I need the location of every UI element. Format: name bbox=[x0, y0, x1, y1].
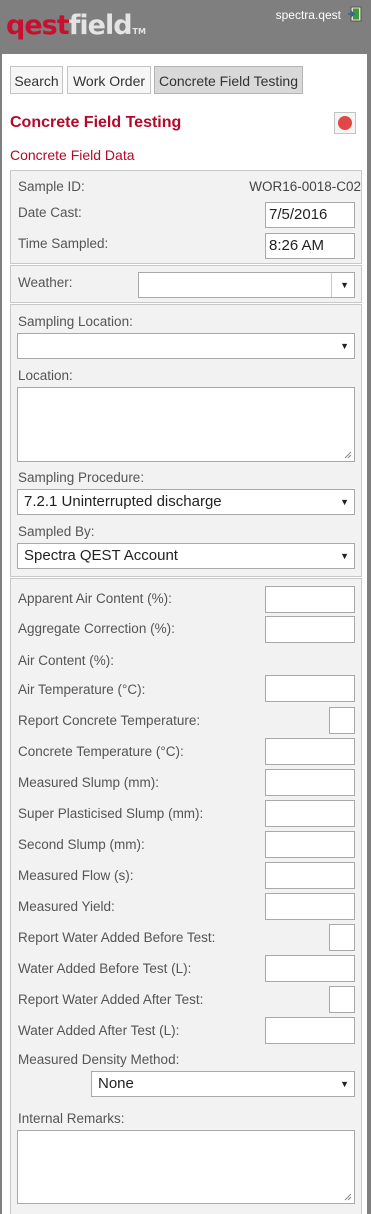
water-before-input[interactable] bbox=[265, 955, 355, 982]
sampling-procedure-select[interactable]: 7.2.1 Uninterrupted discharge ▼ bbox=[17, 489, 355, 515]
measured-slump-label: Measured Slump (mm): bbox=[18, 775, 160, 790]
sampling-location-select[interactable]: ▼ bbox=[17, 333, 355, 359]
content-panel: Search Work Order Concrete Field Testing… bbox=[2, 54, 367, 1214]
page-title: Concrete Field Testing bbox=[10, 114, 182, 131]
measured-flow-input[interactable] bbox=[265, 862, 355, 889]
sample-id-label: Sample ID: bbox=[18, 179, 85, 194]
measured-slump-input[interactable] bbox=[265, 769, 355, 796]
measured-flow-label: Measured Flow (s): bbox=[18, 868, 134, 883]
chevron-down-icon: ▼ bbox=[340, 497, 349, 507]
report-water-before-label: Report Water Added Before Test: bbox=[18, 930, 216, 945]
weather-label: Weather: bbox=[18, 275, 73, 290]
density-method-select[interactable]: None ▼ bbox=[91, 1071, 355, 1097]
concrete-temperature-label: Concrete Temperature (°C): bbox=[18, 744, 184, 759]
second-slump-label: Second Slump (mm): bbox=[18, 837, 145, 852]
internal-remarks-label: Internal Remarks: bbox=[18, 1111, 125, 1126]
location-textarea[interactable] bbox=[17, 387, 355, 462]
measured-yield-input[interactable] bbox=[265, 893, 355, 920]
time-sampled-label: Time Sampled: bbox=[18, 236, 109, 251]
chevron-down-icon: ▼ bbox=[340, 1079, 349, 1089]
sampling-procedure-value: 7.2.1 Uninterrupted discharge bbox=[24, 493, 222, 510]
tab-work-order[interactable]: Work Order bbox=[67, 66, 151, 94]
internal-remarks-textarea[interactable] bbox=[17, 1130, 355, 1204]
concrete-temperature-input[interactable] bbox=[265, 738, 355, 765]
sampled-by-select[interactable]: Spectra QEST Account ▼ bbox=[17, 543, 355, 569]
air-temperature-input[interactable] bbox=[265, 675, 355, 702]
report-water-after-label: Report Water Added After Test: bbox=[18, 992, 204, 1007]
tab-search[interactable]: Search bbox=[10, 66, 63, 94]
logout-door-icon[interactable] bbox=[347, 6, 363, 22]
tab-concrete-field-testing[interactable]: Concrete Field Testing bbox=[154, 66, 303, 94]
aggregate-correction-input[interactable] bbox=[265, 616, 355, 643]
water-after-input[interactable] bbox=[265, 1017, 355, 1044]
sample-fieldset: Sample ID: WOR16-0018-C02 Date Cast: 7/5… bbox=[10, 170, 362, 264]
date-cast-label: Date Cast: bbox=[18, 205, 82, 220]
resize-grip-icon[interactable] bbox=[344, 451, 352, 459]
aggregate-correction-label: Aggregate Correction (%): bbox=[18, 621, 175, 636]
sampling-fieldset: Sampling Location: ▼ Location: Sampling … bbox=[10, 304, 362, 577]
tests-fieldset: Apparent Air Content (%): Aggregate Corr… bbox=[10, 578, 362, 1214]
report-water-after-checkbox[interactable] bbox=[329, 986, 355, 1013]
weather-select[interactable]: ▼ bbox=[138, 272, 355, 298]
time-sampled-input[interactable]: 8:26 AM bbox=[265, 233, 355, 259]
app-logo: qestfieldTM bbox=[6, 10, 146, 41]
remove-circle-icon bbox=[338, 116, 352, 130]
location-label: Location: bbox=[18, 368, 73, 383]
select-divider bbox=[331, 273, 332, 297]
sampled-by-label: Sampled By: bbox=[18, 524, 95, 539]
density-method-label: Measured Density Method: bbox=[18, 1052, 180, 1067]
report-water-before-checkbox[interactable] bbox=[329, 924, 355, 951]
super-plasticised-slump-label: Super Plasticised Slump (mm): bbox=[18, 806, 204, 821]
air-content-label: Air Content (%): bbox=[18, 653, 115, 668]
apparent-air-content-input[interactable] bbox=[265, 586, 355, 613]
report-concrete-temperature-label: Report Concrete Temperature: bbox=[18, 713, 201, 728]
app-header: qestfieldTM spectra.qest bbox=[0, 0, 371, 54]
sampled-by-value: Spectra QEST Account bbox=[24, 547, 178, 564]
resize-grip-icon[interactable] bbox=[344, 1193, 352, 1201]
section-title: Concrete Field Data bbox=[10, 147, 135, 163]
air-temperature-label: Air Temperature (°C): bbox=[18, 682, 146, 697]
measured-yield-label: Measured Yield: bbox=[18, 899, 115, 914]
remove-button[interactable] bbox=[334, 112, 356, 134]
sampling-location-label: Sampling Location: bbox=[18, 314, 133, 329]
chevron-down-icon: ▼ bbox=[340, 341, 349, 351]
second-slump-input[interactable] bbox=[265, 831, 355, 858]
super-plasticised-slump-input[interactable] bbox=[265, 800, 355, 827]
report-concrete-temperature-checkbox[interactable] bbox=[329, 707, 355, 734]
apparent-air-content-label: Apparent Air Content (%): bbox=[18, 591, 172, 606]
chevron-down-icon: ▼ bbox=[340, 280, 349, 290]
water-after-label: Water Added After Test (L): bbox=[18, 1023, 180, 1038]
sampling-procedure-label: Sampling Procedure: bbox=[18, 470, 145, 485]
density-method-value: None bbox=[98, 1075, 134, 1092]
weather-fieldset: Weather: ▼ bbox=[10, 265, 362, 303]
water-before-label: Water Added Before Test (L): bbox=[18, 961, 192, 976]
chevron-down-icon: ▼ bbox=[340, 551, 349, 561]
user-name[interactable]: spectra.qest bbox=[276, 8, 341, 22]
sample-id-value: WOR16-0018-C02 bbox=[249, 179, 361, 194]
date-cast-input[interactable]: 7/5/2016 bbox=[265, 202, 355, 228]
